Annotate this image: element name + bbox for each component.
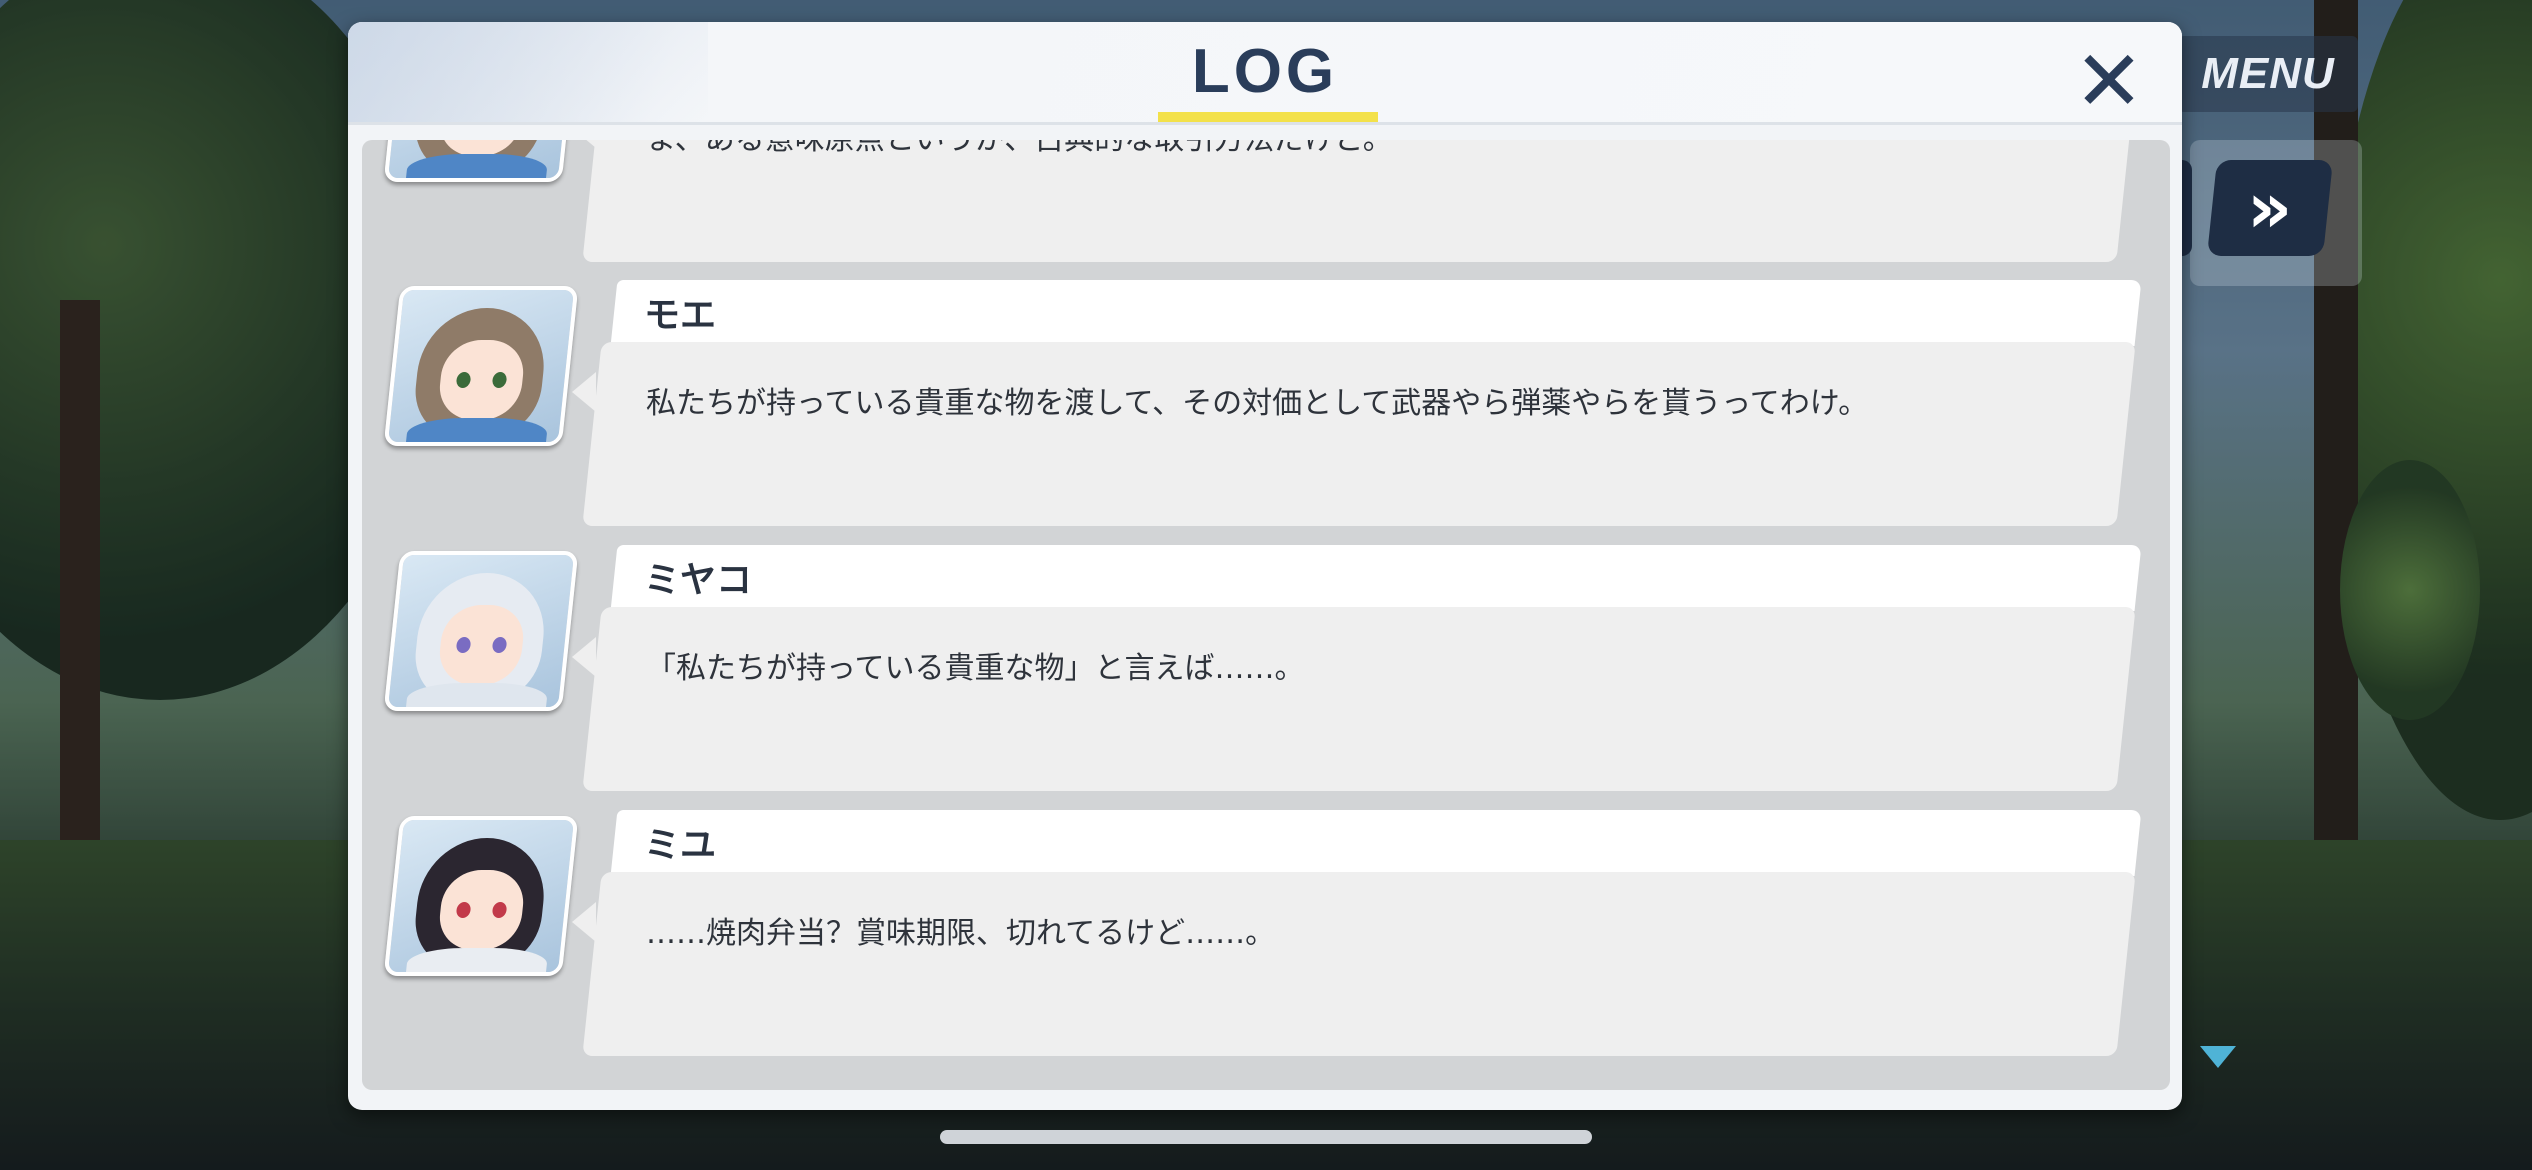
close-button[interactable]: ✕ <box>2064 36 2154 126</box>
speaker-name: ミヤコ <box>644 560 753 601</box>
log-entry: モエ 私たちが持っている貴重な物を渡して、その対価として武器やら弾薬やらを貰うっ… <box>362 280 2170 526</box>
dialogue-text: ……焼肉弁当？賞味期限、切れてるけど……。 <box>646 916 1276 951</box>
dialogue-bubble <box>582 607 2136 791</box>
log-entry: ま、ある意味原点というか、古典的な取引方法だけど。 <box>362 140 2170 262</box>
character-portrait <box>383 551 579 711</box>
bubble-pointer <box>572 902 596 942</box>
log-header: LOG ✕ <box>348 22 2182 126</box>
log-entry: ミユ ……焼肉弁当？賞味期限、切れてるけど……。 <box>362 810 2170 1056</box>
speaker-name: ミユ <box>644 825 717 866</box>
speaker-name-bar <box>610 545 2142 611</box>
log-entry: ミヤコ 「私たちが持っている貴重な物」と言えば……。 <box>362 545 2170 791</box>
log-panel: LOG ✕ ま、ある意味原点というか、古典的な取引方法だけど。 <box>348 22 2182 1110</box>
fast-forward-button[interactable]: » <box>2206 160 2334 256</box>
fast-forward-icon: » <box>2247 167 2293 249</box>
dialogue-text: 「私たちが持っている貴重な物」と言えば……。 <box>646 651 1305 686</box>
next-indicator-icon <box>2200 1046 2236 1068</box>
header-divider <box>348 122 2182 125</box>
home-indicator[interactable] <box>940 1130 1592 1144</box>
close-icon: ✕ <box>2073 32 2145 130</box>
character-portrait <box>383 140 579 182</box>
speaker-name-bar <box>610 280 2142 346</box>
speaker-name: モエ <box>644 295 717 336</box>
speaker-name-bar <box>610 810 2142 876</box>
bubble-pointer <box>572 637 596 677</box>
dialogue-bubble <box>582 872 2136 1056</box>
dialogue-text: 私たちが持っている貴重な物を渡して、その対価として武器やら弾薬やらを貰うってわけ… <box>646 386 1869 421</box>
character-portrait <box>383 286 579 446</box>
character-portrait <box>383 816 579 976</box>
dialogue-text: ま、ある意味原点というか、古典的な取引方法だけど。 <box>646 140 1393 158</box>
dialogue-bubble <box>582 342 2136 526</box>
menu-button[interactable]: MENU <box>2178 36 2358 112</box>
bubble-pointer <box>572 372 596 412</box>
bubble-pointer <box>572 140 596 148</box>
dialogue-bubble <box>582 140 2136 262</box>
title-underline <box>1158 112 1378 122</box>
log-list[interactable]: ま、ある意味原点というか、古典的な取引方法だけど。 モエ 私たちが持っている貴重… <box>362 140 2170 1090</box>
log-title: LOG <box>1191 37 1339 106</box>
